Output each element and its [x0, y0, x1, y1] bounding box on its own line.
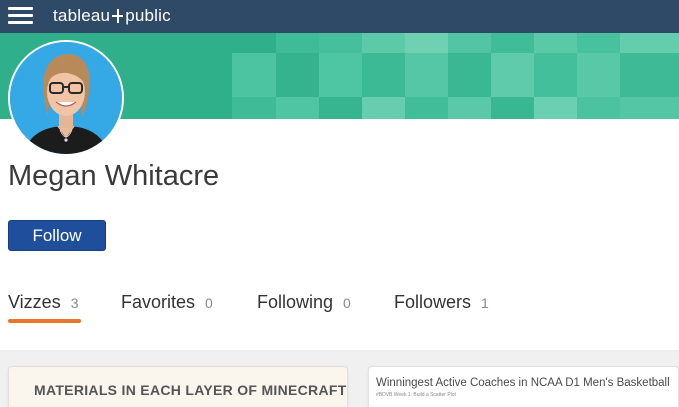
banner-tile	[577, 33, 620, 53]
banner-tile	[620, 97, 679, 119]
tableau-public-logo[interactable]: tableau public	[53, 5, 171, 27]
banner-tile	[577, 97, 620, 119]
tab-count: 1	[481, 295, 489, 311]
viz-gallery: MATERIALS IN EACH LAYER OF MINECRAFT Win…	[0, 350, 679, 407]
banner-tile	[362, 33, 405, 53]
tab-following[interactable]: Following 0	[257, 292, 351, 326]
banner-tile	[534, 33, 577, 53]
banner-tile	[491, 53, 534, 97]
tab-count: 0	[205, 295, 213, 311]
profile-tabs: Vizzes 3 Favorites 0 Following 0 Followers 1	[0, 292, 679, 326]
banner-tile	[491, 97, 534, 119]
banner-tile	[276, 97, 319, 119]
tableau-plus-icon	[112, 7, 124, 25]
top-navigation-bar: tableau public	[0, 0, 679, 33]
logo-text-public: public	[125, 6, 171, 25]
banner-tile	[232, 53, 276, 97]
active-tab-indicator	[8, 319, 81, 323]
tab-followers[interactable]: Followers 1	[394, 292, 489, 326]
tab-label: Following	[257, 292, 334, 312]
banner-tile	[448, 97, 491, 119]
profile-avatar	[8, 40, 124, 156]
banner-tile	[577, 53, 620, 97]
profile-photo	[10, 42, 122, 154]
banner-tile	[362, 97, 405, 119]
banner-tile	[276, 33, 319, 53]
banner-tile	[448, 33, 491, 53]
banner-tile	[534, 53, 577, 97]
banner-tile	[232, 97, 276, 119]
tab-vizzes[interactable]: Vizzes 3	[8, 292, 81, 326]
banner-tile	[491, 33, 534, 53]
banner-tile	[319, 53, 362, 97]
tab-label: Followers	[394, 292, 472, 312]
viz-card[interactable]: MATERIALS IN EACH LAYER OF MINECRAFT	[8, 366, 348, 407]
viz-card[interactable]: Winningest Active Coaches in NCAA D1 Men…	[368, 366, 679, 407]
follow-button[interactable]: Follow	[8, 220, 106, 251]
viz-card-title: MATERIALS IN EACH LAYER OF MINECRAFT	[34, 382, 347, 398]
banner-tile	[362, 53, 405, 97]
banner-tile	[276, 53, 319, 97]
logo-text-tableau: tableau	[53, 6, 111, 25]
tab-count: 3	[70, 295, 79, 311]
hamburger-menu-icon[interactable]	[8, 5, 34, 27]
banner-tile	[405, 53, 448, 97]
tab-label: Favorites	[121, 292, 196, 312]
banner-tile	[319, 33, 362, 53]
banner-tile	[448, 53, 491, 97]
banner-tile	[620, 33, 679, 53]
tab-label: Vizzes	[8, 292, 61, 312]
banner-tile	[319, 97, 362, 119]
profile-name: Megan Whitacre	[8, 160, 220, 192]
banner-tile	[620, 53, 679, 97]
viz-card-subtitle: #BDVB Week 1: Build a Scatter Plot	[376, 392, 456, 398]
tab-count: 0	[343, 295, 351, 311]
banner-tile	[405, 97, 448, 119]
tab-favorites[interactable]: Favorites 0	[121, 292, 213, 326]
banner-tile	[405, 33, 448, 53]
viz-card-title: Winningest Active Coaches in NCAA D1 Men…	[376, 377, 670, 389]
banner-tile	[534, 97, 577, 119]
